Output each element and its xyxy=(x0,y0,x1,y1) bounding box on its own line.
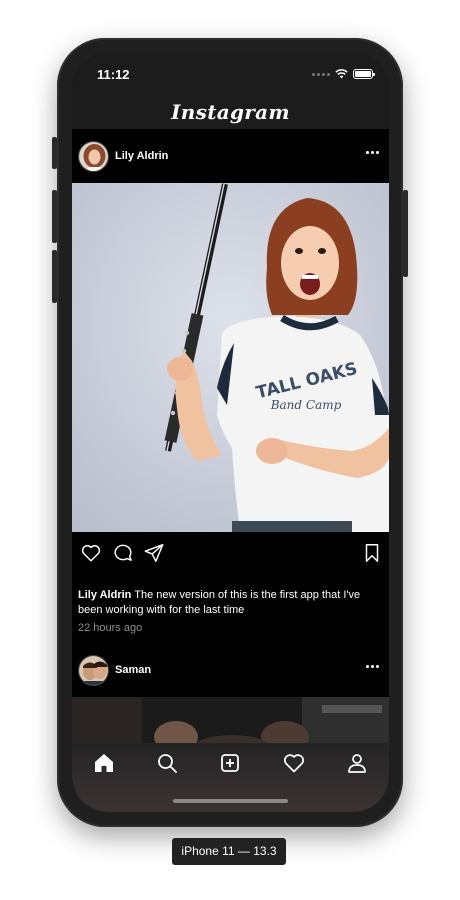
wifi-icon xyxy=(335,69,348,79)
post-username[interactable]: Lily Aldrin xyxy=(115,150,168,162)
heart-icon[interactable] xyxy=(80,542,102,564)
nav-bar: Instagram xyxy=(72,95,389,129)
home-icon[interactable] xyxy=(92,751,116,775)
feed[interactable]: Lily Aldrin TALL OAKS Band Camp Lily Ald… xyxy=(72,129,389,743)
post-image[interactable] xyxy=(72,697,389,743)
app-logo: Instagram xyxy=(171,100,290,124)
add-post-icon[interactable] xyxy=(218,751,242,775)
post-image[interactable]: TALL OAKS Band Camp xyxy=(72,183,389,532)
more-options-icon[interactable] xyxy=(366,665,379,668)
caption-username[interactable]: Lily Aldrin xyxy=(78,589,131,601)
power-button xyxy=(403,190,408,277)
post-timestamp: 22 hours ago xyxy=(78,622,143,634)
profile-icon[interactable] xyxy=(345,751,369,775)
avatar[interactable] xyxy=(78,140,109,172)
silent-switch xyxy=(52,137,57,169)
post-header: Saman xyxy=(72,643,389,697)
avatar[interactable] xyxy=(78,654,109,686)
bookmark-icon[interactable] xyxy=(361,542,383,564)
device-label: iPhone 11 — 13.3 xyxy=(172,838,286,865)
more-options-icon[interactable] xyxy=(366,151,379,154)
comment-icon[interactable] xyxy=(112,542,134,564)
status-icons xyxy=(312,69,375,79)
post-username[interactable]: Saman xyxy=(115,664,151,676)
search-icon[interactable] xyxy=(155,751,179,775)
screen: 11:12 Instagram Lily Aldrin TALL OAKS Ba… xyxy=(72,53,389,812)
send-icon[interactable] xyxy=(143,542,165,564)
tab-bar xyxy=(72,743,389,812)
shirt-text-2: Band Camp xyxy=(270,398,342,412)
status-time: 11:12 xyxy=(97,67,130,82)
post-caption: Lily Aldrin The new version of this is t… xyxy=(78,588,378,618)
battery-icon xyxy=(353,69,375,79)
volume-down-button xyxy=(52,250,57,303)
post-actions xyxy=(72,539,389,567)
volume-up-button xyxy=(52,190,57,243)
home-indicator[interactable] xyxy=(173,799,288,803)
activity-heart-icon[interactable] xyxy=(282,751,306,775)
signal-icon xyxy=(312,72,330,76)
status-bar: 11:12 xyxy=(72,53,389,95)
post-header: Lily Aldrin xyxy=(72,129,389,183)
